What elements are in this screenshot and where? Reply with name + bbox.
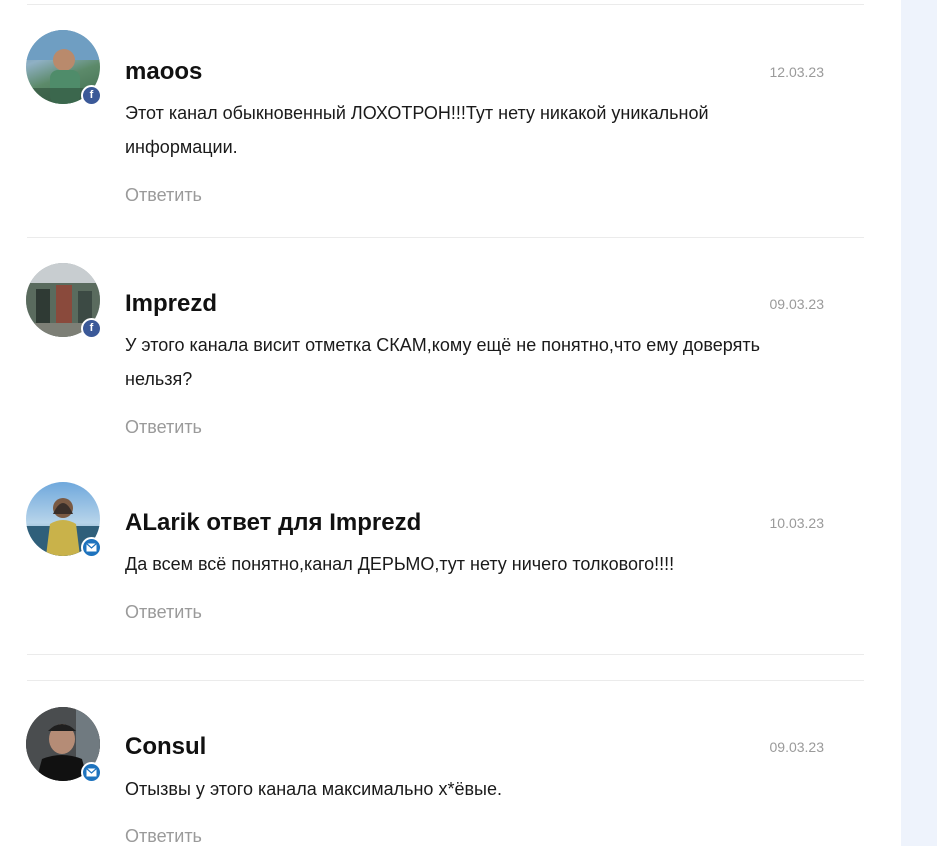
comment-text: Этот канал обыкновенный ЛОХОТРОН!!!Тут н…	[125, 103, 709, 157]
divider	[27, 237, 864, 238]
side-panel	[901, 0, 937, 846]
comment-date: 09.03.23	[769, 739, 825, 755]
comment-text: Отызвы у этого канала максимально х*ёвые…	[125, 779, 502, 799]
comment-date: 12.03.23	[769, 64, 825, 80]
reply-button[interactable]: Ответить	[125, 826, 202, 847]
divider	[27, 680, 864, 681]
mail-icon	[81, 762, 102, 783]
comment-date: 09.03.23	[769, 296, 825, 312]
facebook-icon: f	[81, 318, 102, 339]
comment-text: Да всем всё понятно,канал ДЕРЬМО,тут нет…	[125, 554, 675, 574]
comment-date: 10.03.23	[769, 515, 825, 531]
facebook-icon: f	[81, 85, 102, 106]
divider	[27, 654, 864, 655]
comment-author[interactable]: Imprezd	[125, 290, 217, 318]
mail-icon	[81, 537, 102, 558]
comment-author[interactable]: maoos	[125, 58, 202, 86]
comment-author[interactable]: ALarik ответ для Imprezd	[125, 509, 421, 537]
reply-button[interactable]: Ответить	[125, 185, 202, 206]
comment-author[interactable]: Consul	[125, 733, 206, 761]
comment-text: У этого канала висит отметка СКАМ,кому е…	[125, 335, 760, 389]
reply-button[interactable]: Ответить	[125, 417, 202, 438]
divider	[27, 4, 864, 5]
reply-button[interactable]: Ответить	[125, 602, 202, 623]
